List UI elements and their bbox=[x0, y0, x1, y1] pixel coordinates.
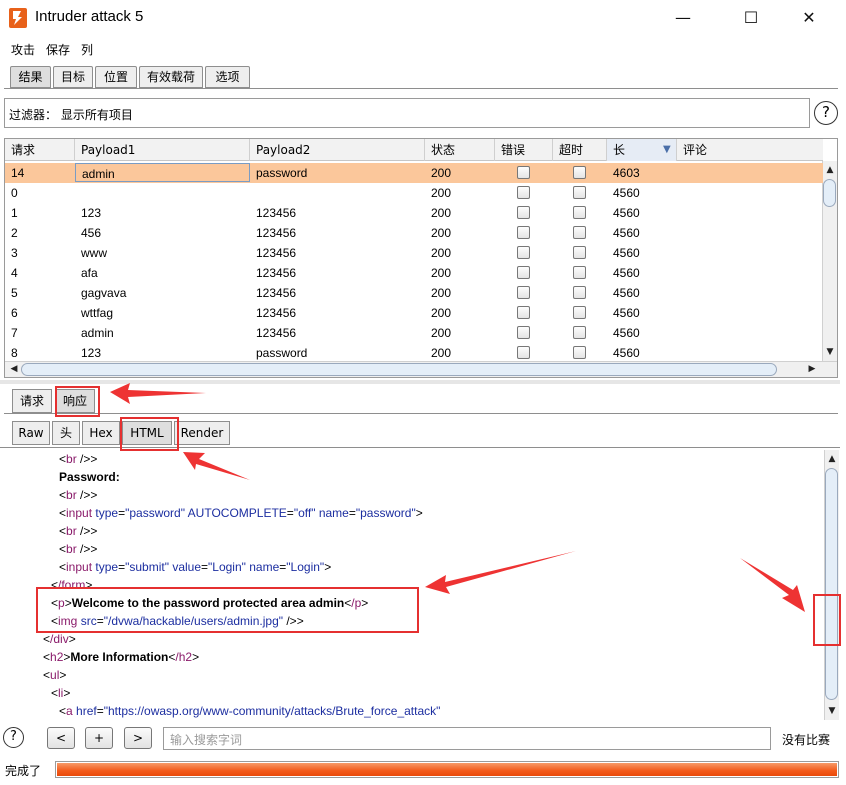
annotation-arrows bbox=[110, 383, 805, 612]
annotation-arrow bbox=[183, 452, 250, 480]
progress-fill bbox=[57, 763, 837, 776]
progress-bar bbox=[55, 761, 839, 778]
search-prev-button[interactable]: < bbox=[47, 727, 75, 749]
search-next-button[interactable]: > bbox=[124, 727, 152, 749]
status-text: 完成了 bbox=[5, 764, 42, 778]
annotation-arrow bbox=[110, 383, 206, 404]
search-input[interactable] bbox=[163, 727, 771, 750]
match-status: 没有比赛 bbox=[782, 733, 831, 747]
search-placeholder: 输入搜索字词 bbox=[170, 733, 243, 747]
annotation-arrow bbox=[740, 558, 805, 612]
annotation-arrow bbox=[425, 551, 576, 594]
search-help-icon[interactable]: ? bbox=[3, 727, 24, 748]
search-add-button[interactable]: + bbox=[85, 727, 113, 749]
